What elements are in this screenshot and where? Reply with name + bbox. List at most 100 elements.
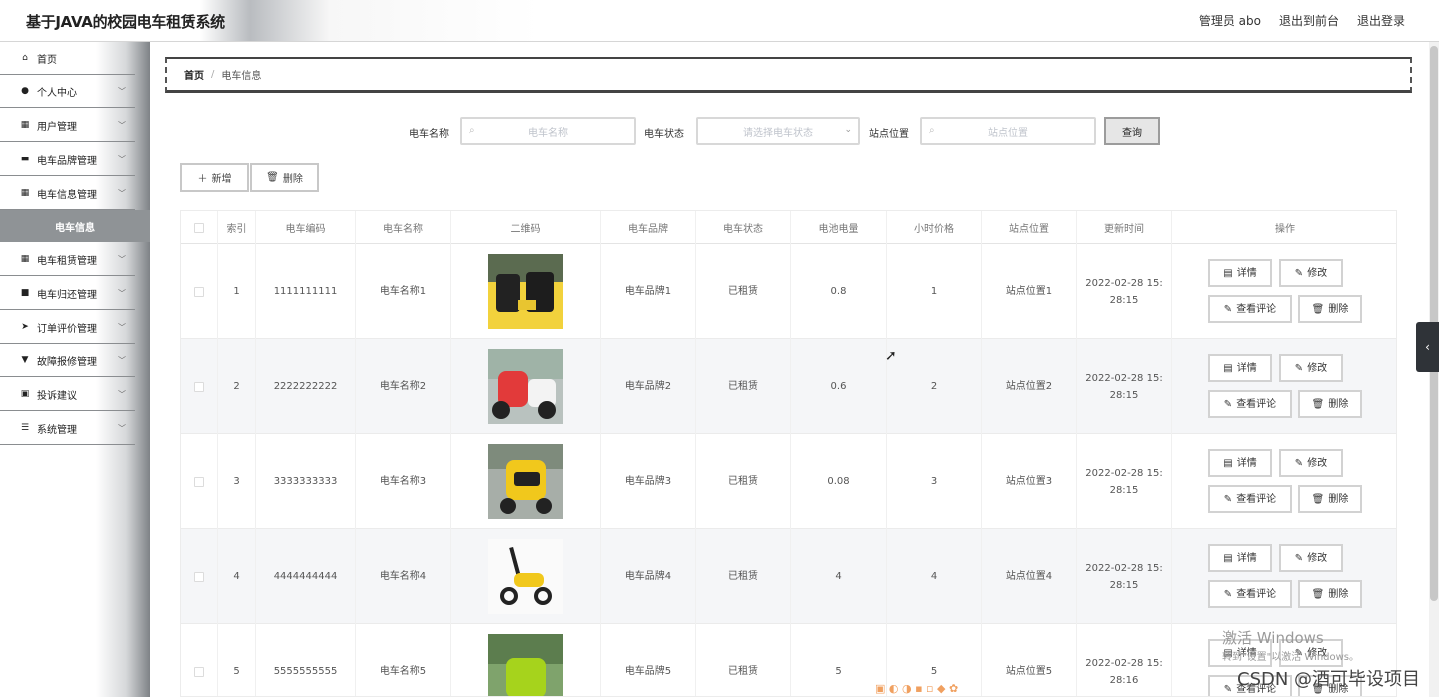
- query-button[interactable]: 查询: [1104, 117, 1160, 145]
- vehicle-photo: [488, 539, 563, 614]
- sidebar-item-reviews[interactable]: ➤ 订单评价管理 ﹀: [0, 311, 135, 344]
- detail-button[interactable]: ▤ 详情: [1208, 354, 1272, 382]
- view-reviews-button[interactable]: ✎ 查看评论: [1208, 295, 1292, 323]
- table-row: 2 2222222222 电车名称2 电车品牌2 已租赁 0.6 2 站点位置2 2022-02…: [181, 339, 1396, 434]
- delete-row-button[interactable]: 🗑 删除: [1298, 580, 1362, 608]
- site-search-label: 站点位置: [869, 129, 909, 140]
- sidebar-item-label: 个人中心: [37, 87, 77, 99]
- site-search-placeholder: 站点位置: [988, 127, 1028, 139]
- col-price: 小时价格: [887, 211, 982, 244]
- row-select-cell[interactable]: [181, 244, 218, 339]
- cell-brand: 电车品牌5: [601, 624, 696, 696]
- bulk-delete-button[interactable]: 🗑 删除: [250, 163, 319, 192]
- cell-price: 3: [887, 434, 982, 529]
- site-search-input[interactable]: ⌕ 站点位置: [920, 117, 1096, 145]
- view-reviews-button[interactable]: ✎ 查看评论: [1208, 580, 1292, 608]
- row-checkbox[interactable]: [194, 286, 204, 297]
- edit-button[interactable]: ✎ 修改: [1279, 544, 1343, 572]
- trash-icon: 🗑: [1311, 303, 1325, 315]
- table-row: 3 3333333333 电车名称3 电车品牌3 已租赁 0.08 3 站点位置3 2022-0…: [181, 434, 1396, 529]
- delete-row-button-label: 删除: [1328, 588, 1349, 600]
- view-reviews-button-label: 查看评论: [1236, 398, 1277, 410]
- name-search-input[interactable]: ⌕ 电车名称: [460, 117, 636, 145]
- detail-button[interactable]: ▤ 详情: [1208, 544, 1272, 572]
- delete-row-button[interactable]: 🗑 删除: [1298, 390, 1362, 418]
- edit-icon: ✎: [1223, 683, 1233, 695]
- detail-button-label: 详情: [1236, 457, 1257, 469]
- cell-code: 2222222222: [256, 339, 356, 434]
- ime-logo-icon: ▣: [875, 682, 886, 695]
- status-select-placeholder: 请选择电车状态: [743, 127, 813, 139]
- sidebar-item-repair[interactable]: ▼ 故障报修管理 ﹀: [0, 344, 135, 377]
- col-battery: 电池电量: [791, 211, 887, 244]
- sidebar-item-vehicle-info[interactable]: ▦ 电车信息管理 ﹀: [0, 177, 135, 210]
- sidebar-item-home[interactable]: ⌂ 首页: [0, 42, 135, 75]
- edit-icon: ✎: [1223, 398, 1233, 410]
- search-icon: ⌕: [469, 125, 475, 136]
- view-reviews-button[interactable]: ✎ 查看评论: [1208, 390, 1292, 418]
- exit-to-front-link[interactable]: 退出到前台: [1279, 12, 1339, 29]
- cell-status: 已租赁: [696, 529, 791, 624]
- bulk-delete-label: 删除: [282, 174, 303, 185]
- sidebar-subitem-active[interactable]: 电车信息: [0, 210, 150, 242]
- select-all-checkbox[interactable]: [194, 222, 204, 233]
- delete-row-button-label: 删除: [1328, 398, 1349, 410]
- col-qrcode: 二维码: [451, 211, 601, 244]
- sidebar-item-return[interactable]: ■ 电车归还管理 ﹀: [0, 277, 135, 310]
- row-select-cell[interactable]: [181, 434, 218, 529]
- detail-button[interactable]: ▤ 详情: [1208, 449, 1272, 477]
- breadcrumb-current: 电车信息: [221, 71, 262, 82]
- row-checkbox[interactable]: [194, 571, 204, 582]
- delete-row-button[interactable]: 🗑 删除: [1298, 295, 1362, 323]
- cell-brand: 电车品牌4: [601, 529, 696, 624]
- edit-button[interactable]: ✎ 修改: [1279, 449, 1343, 477]
- updated-time: 28:15: [1109, 484, 1139, 496]
- sidebar-item-personal[interactable]: ● 个人中心 ﹀: [0, 75, 135, 108]
- name-search-placeholder: 电车名称: [528, 127, 568, 139]
- collapse-panel-tab[interactable]: ‹: [1416, 322, 1439, 372]
- row-checkbox[interactable]: [194, 476, 204, 487]
- detail-button[interactable]: ▤ 详情: [1208, 259, 1272, 287]
- sidebar-item-label: 系统管理: [37, 424, 77, 436]
- cell-updated: 2022-02-28 15: 28:15: [1077, 529, 1172, 624]
- sidebar-item-brand[interactable]: ▬ 电车品牌管理 ﹀: [0, 143, 135, 176]
- delete-row-button[interactable]: 🗑 删除: [1298, 485, 1362, 513]
- send-icon: ➤: [21, 322, 29, 332]
- add-button[interactable]: ＋ 新增: [180, 163, 249, 192]
- edit-button[interactable]: ✎ 修改: [1279, 259, 1343, 287]
- row-checkbox[interactable]: [194, 381, 204, 392]
- clipboard-icon: ▣: [20, 389, 30, 399]
- row-select-cell[interactable]: [181, 529, 218, 624]
- updated-time: 28:15: [1109, 389, 1139, 401]
- breadcrumb-home[interactable]: 首页: [184, 67, 204, 82]
- row-select-cell[interactable]: [181, 624, 218, 696]
- edit-button[interactable]: ✎ 修改: [1279, 354, 1343, 382]
- chevron-down-icon: ⌄: [844, 125, 852, 135]
- sidebar-item-rental[interactable]: ▦ 电车租赁管理 ﹀: [0, 243, 135, 276]
- status-search-label: 电车状态: [644, 129, 684, 140]
- sidebar-item-users[interactable]: ▦ 用户管理 ﹀: [0, 109, 135, 142]
- sidebar-item-system[interactable]: ☰ 系统管理 ﹀: [0, 412, 135, 445]
- status-select[interactable]: 请选择电车状态 ⌄: [696, 117, 860, 145]
- cell-qrcode: [451, 244, 601, 339]
- doc-icon: ▤: [1223, 362, 1233, 374]
- admin-user-label[interactable]: 管理员 abo: [1199, 12, 1261, 29]
- cell-site: 站点位置1: [982, 244, 1077, 339]
- cell-actions: ▤ 详情 ✎ 修改 ✎ 查看评论 🗑 删除: [1172, 339, 1396, 434]
- edit-button-label: 修改: [1307, 362, 1328, 374]
- select-all-cell[interactable]: [181, 211, 218, 244]
- view-reviews-button[interactable]: ✎ 查看评论: [1208, 485, 1292, 513]
- cell-battery: 0.08: [791, 434, 887, 529]
- cell-status: 已租赁: [696, 434, 791, 529]
- cell-brand: 电车品牌1: [601, 244, 696, 339]
- cell-index: 1: [218, 244, 256, 339]
- sidebar-item-complaints[interactable]: ▣ 投诉建议 ﹀: [0, 378, 135, 411]
- cell-code: 3333333333: [256, 434, 356, 529]
- row-select-cell[interactable]: [181, 339, 218, 434]
- row-checkbox[interactable]: [194, 666, 204, 677]
- logout-link[interactable]: 退出登录: [1357, 12, 1405, 29]
- cell-status: 已租赁: [696, 339, 791, 434]
- updated-date: 2022-02-28 15:: [1085, 467, 1163, 479]
- top-header: 基于JAVA的校园电车租赁系统 管理员 abo 退出到前台 退出登录: [0, 0, 1439, 42]
- breadcrumb: 首页 / 电车信息: [165, 57, 1412, 93]
